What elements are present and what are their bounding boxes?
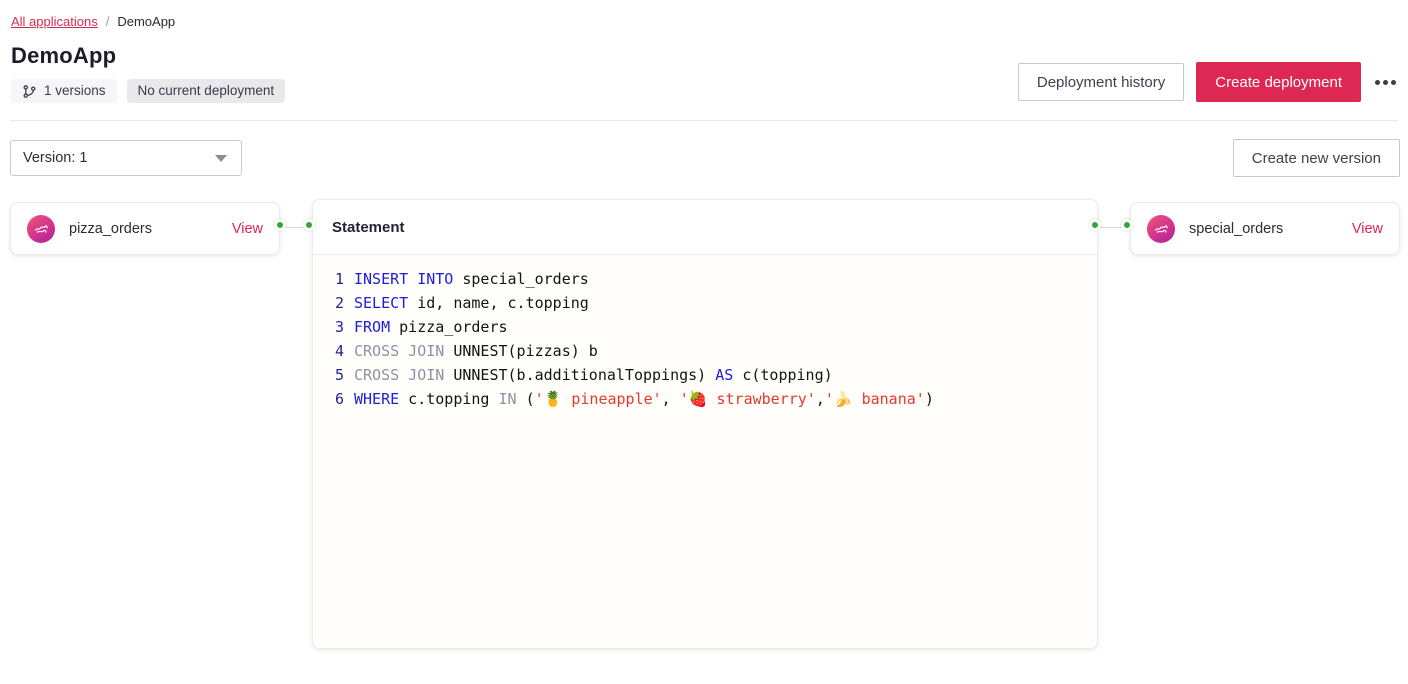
code-line: 3FROM pizza_orders bbox=[332, 315, 1083, 339]
source-table-node[interactable]: pizza_orders View bbox=[10, 202, 280, 255]
sql-code: 1INSERT INTO special_orders2SELECT id, n… bbox=[313, 255, 1097, 648]
page-title: DemoApp bbox=[11, 43, 285, 69]
application-detail-page: All applications / DemoApp DemoApp bbox=[0, 0, 1408, 684]
flink-table-icon bbox=[27, 215, 55, 243]
code-line: 1INSERT INTO special_orders bbox=[332, 267, 1083, 291]
deployment-history-button[interactable]: Deployment history bbox=[1018, 63, 1184, 101]
header-actions: Deployment history Create deployment bbox=[1018, 62, 1398, 103]
breadcrumb-separator: / bbox=[106, 14, 110, 29]
flow-canvas: pizza_orders View Statement 1INSERT INTO… bbox=[0, 199, 1408, 669]
code-line: 4CROSS JOIN UNNEST(pizzas) b bbox=[332, 339, 1083, 363]
chevron-down-icon bbox=[215, 155, 227, 162]
target-table-node[interactable]: special_orders View bbox=[1130, 202, 1400, 255]
page-header: DemoApp 1 versions No c bbox=[0, 29, 1408, 103]
statement-output-port bbox=[1089, 219, 1101, 231]
target-table-name: special_orders bbox=[1189, 221, 1338, 237]
page-header-left: DemoApp 1 versions No c bbox=[11, 43, 285, 103]
source-output-port bbox=[274, 219, 286, 231]
deployment-status-badge: No current deployment bbox=[127, 79, 286, 103]
line-number: 3 bbox=[332, 315, 344, 339]
code-line: 6WHERE c.topping IN ('🍍 pineapple', '🍓 s… bbox=[332, 387, 1083, 411]
line-number: 4 bbox=[332, 339, 344, 363]
version-select[interactable]: Version: 1 bbox=[10, 140, 242, 176]
ellipsis-icon bbox=[1375, 80, 1380, 85]
statement-title: Statement bbox=[313, 200, 1097, 255]
line-number: 5 bbox=[332, 363, 344, 387]
line-number: 1 bbox=[332, 267, 344, 291]
git-branch-icon bbox=[22, 84, 37, 99]
create-new-version-button[interactable]: Create new version bbox=[1233, 139, 1400, 177]
target-input-port bbox=[1121, 219, 1133, 231]
breadcrumb: All applications / DemoApp bbox=[0, 0, 1408, 29]
code-line: 2SELECT id, name, c.topping bbox=[332, 291, 1083, 315]
source-view-link[interactable]: View bbox=[232, 221, 263, 237]
versions-badge: 1 versions bbox=[11, 79, 117, 103]
line-number: 6 bbox=[332, 387, 344, 411]
statement-input-port bbox=[303, 219, 315, 231]
breadcrumb-all-applications-link[interactable]: All applications bbox=[11, 14, 98, 29]
versions-badge-label: 1 versions bbox=[44, 83, 106, 99]
statement-node[interactable]: Statement 1INSERT INTO special_orders2SE… bbox=[312, 199, 1098, 649]
badges: 1 versions No current deployment bbox=[11, 79, 285, 103]
more-options-button[interactable] bbox=[1373, 74, 1398, 91]
line-number: 2 bbox=[332, 291, 344, 315]
version-toolbar: Version: 1 Create new version bbox=[0, 121, 1408, 177]
breadcrumb-current: DemoApp bbox=[117, 14, 175, 29]
source-table-name: pizza_orders bbox=[69, 221, 218, 237]
flink-table-icon bbox=[1147, 215, 1175, 243]
target-view-link[interactable]: View bbox=[1352, 221, 1383, 237]
code-line: 5CROSS JOIN UNNEST(b.additionalToppings)… bbox=[332, 363, 1083, 387]
version-select-value: Version: 1 bbox=[23, 150, 88, 166]
deployment-status-label: No current deployment bbox=[138, 83, 275, 99]
create-deployment-button[interactable]: Create deployment bbox=[1196, 62, 1361, 102]
